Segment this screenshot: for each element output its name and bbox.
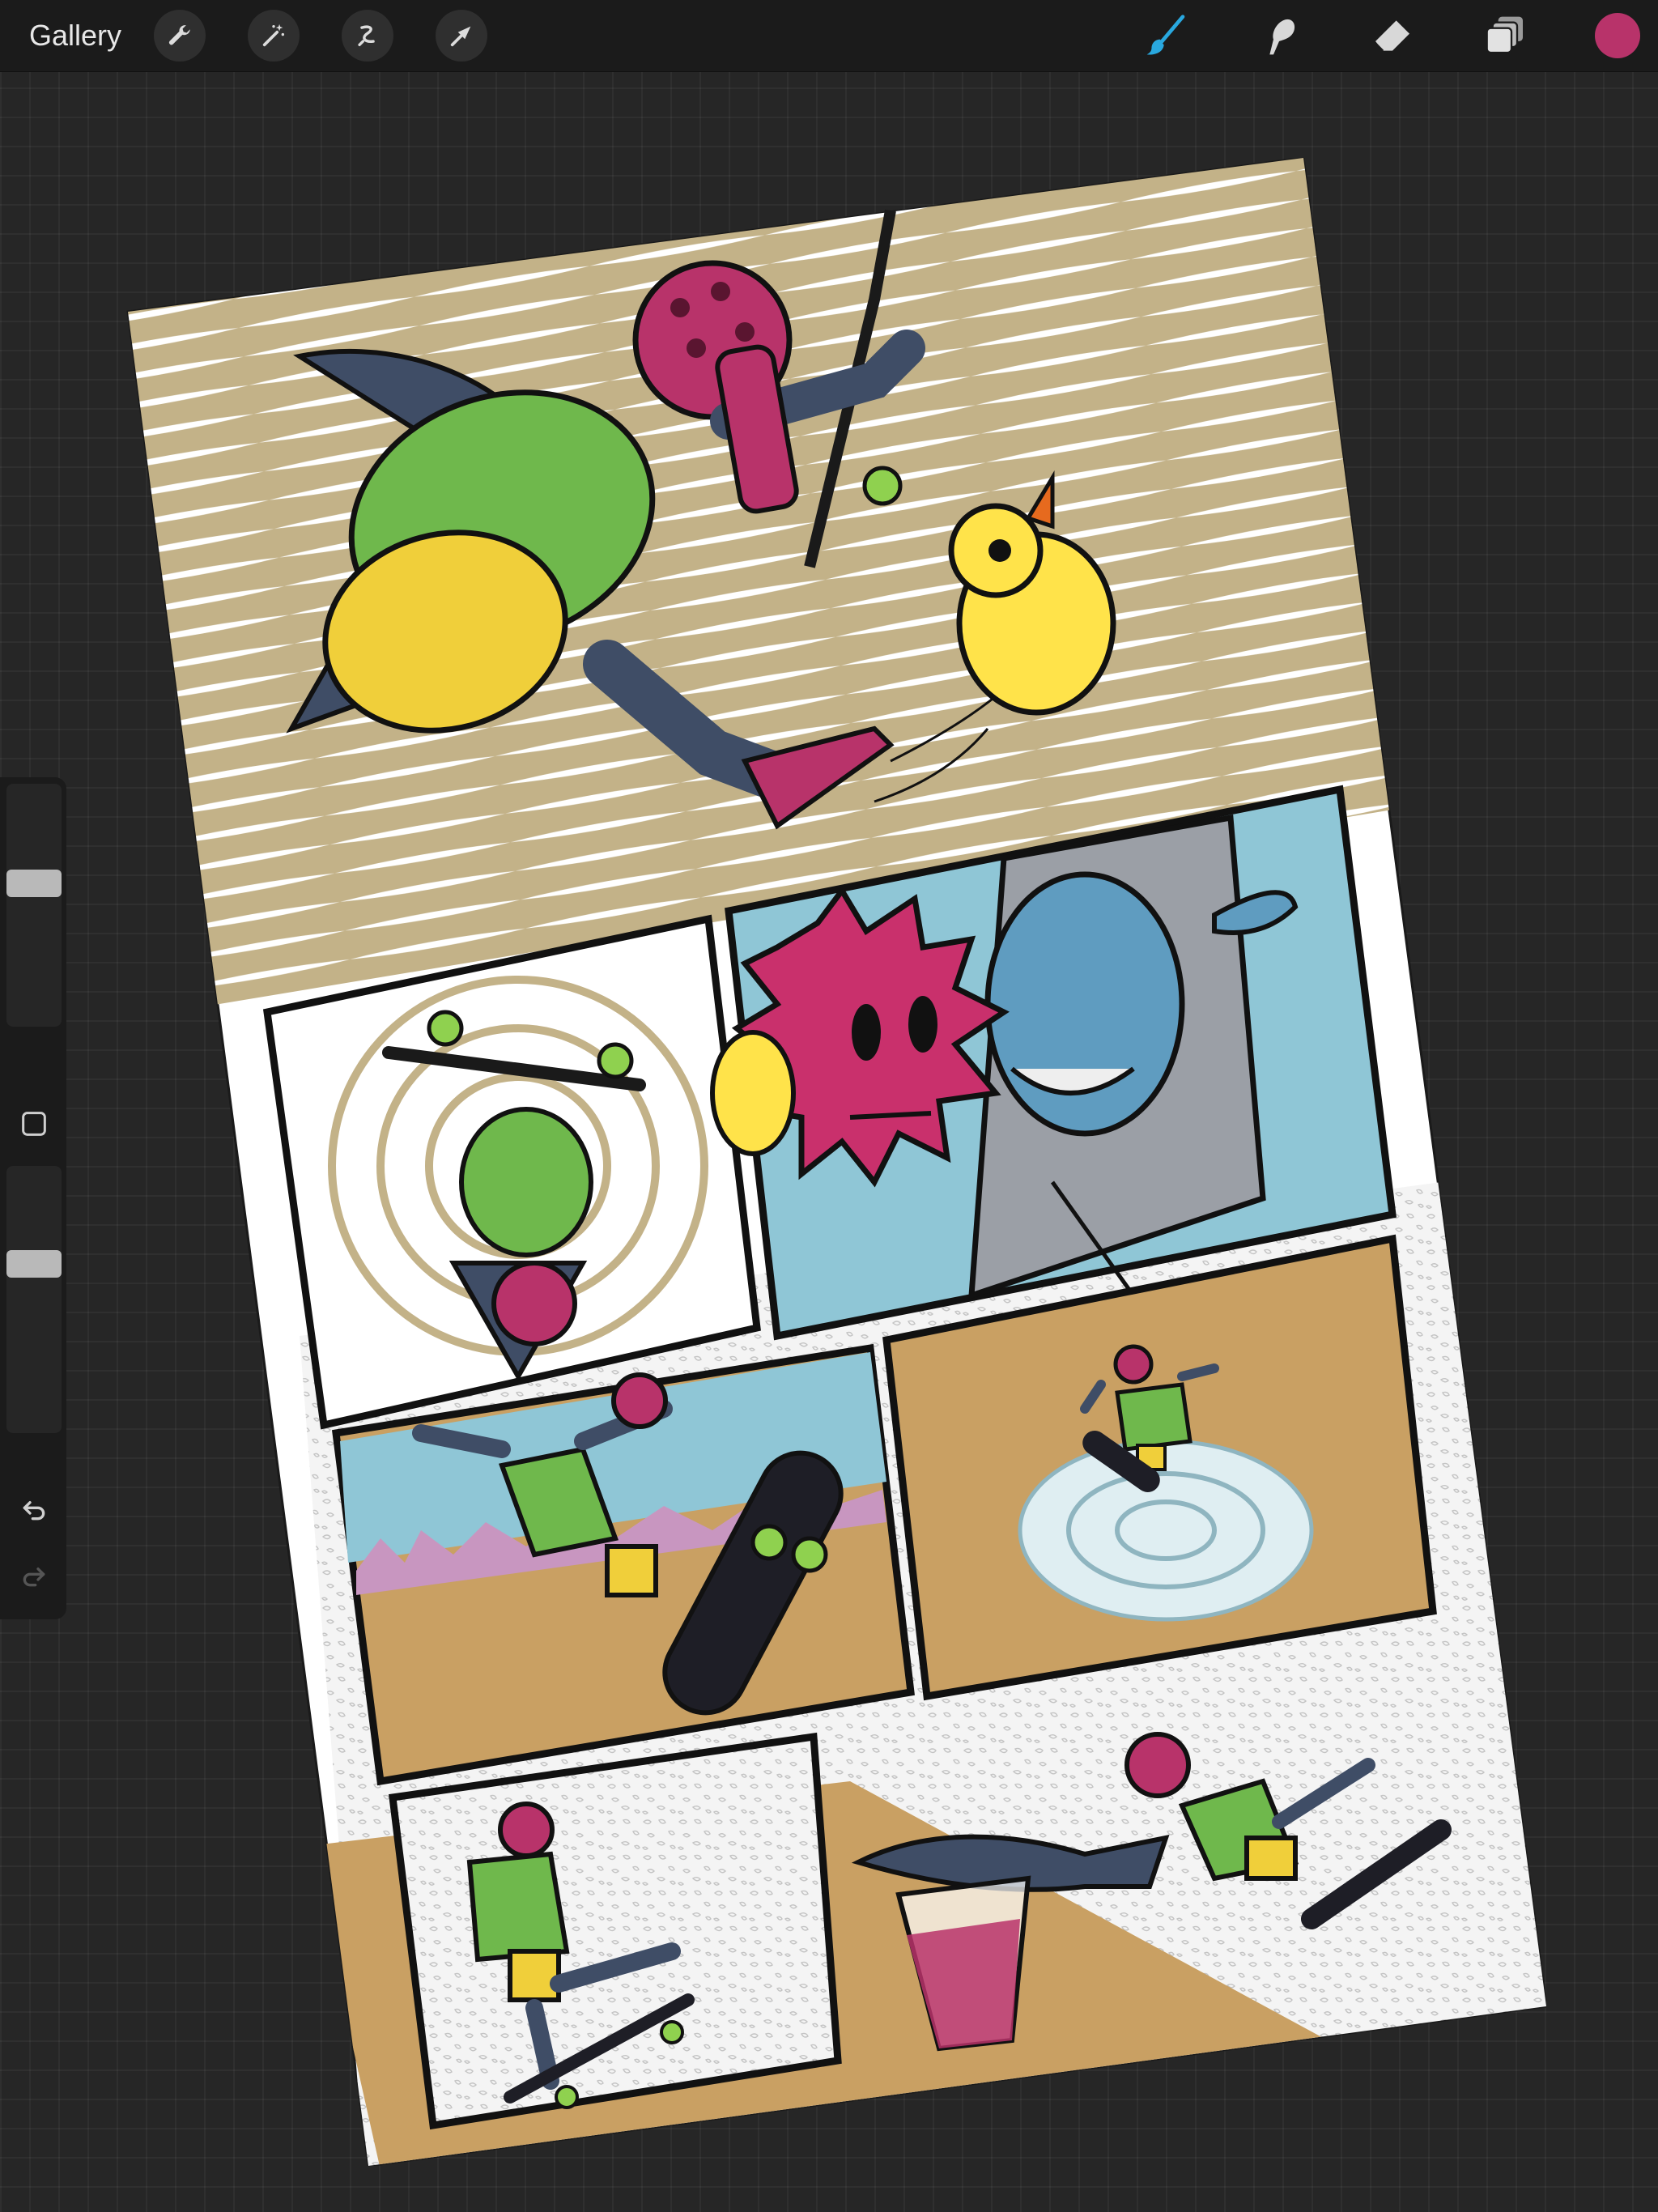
smudge-tool-button[interactable] <box>1255 11 1303 60</box>
redo-icon <box>23 1568 45 1587</box>
gallery-button[interactable]: Gallery <box>29 15 121 57</box>
undo-icon <box>23 1501 45 1521</box>
undo-button[interactable] <box>13 1488 55 1530</box>
brush-icon <box>1146 15 1185 55</box>
top-toolbar: Gallery <box>0 0 1658 72</box>
wrench-icon <box>168 25 190 45</box>
transform-button[interactable] <box>436 10 487 62</box>
opacity-thumb[interactable] <box>6 1250 62 1278</box>
selection-button[interactable] <box>342 10 393 62</box>
redo-button[interactable] <box>13 1555 55 1597</box>
drawing-canvas[interactable] <box>121 158 1546 2166</box>
eraser-tool-button[interactable] <box>1368 11 1417 60</box>
actions-wrench-button[interactable] <box>154 10 206 62</box>
smudge-icon <box>1269 19 1295 55</box>
magic-wand-icon <box>262 23 285 47</box>
brush-tool-button[interactable] <box>1141 11 1190 60</box>
adjustments-button[interactable] <box>248 10 300 62</box>
brush-size-thumb[interactable] <box>6 870 62 897</box>
layers-icon <box>1486 16 1523 54</box>
modify-square-icon <box>22 1112 46 1136</box>
color-picker-button[interactable] <box>1595 13 1640 58</box>
left-sidebar <box>0 777 66 1619</box>
modify-button[interactable] <box>13 1103 55 1145</box>
selection-icon <box>358 25 375 47</box>
brush-size-slider[interactable] <box>6 784 62 1027</box>
transform-arrow-icon <box>450 26 471 47</box>
panel-6 <box>388 1732 842 2130</box>
eraser-icon <box>1375 20 1409 52</box>
layers-button[interactable] <box>1482 11 1530 60</box>
opacity-slider[interactable] <box>6 1166 62 1433</box>
